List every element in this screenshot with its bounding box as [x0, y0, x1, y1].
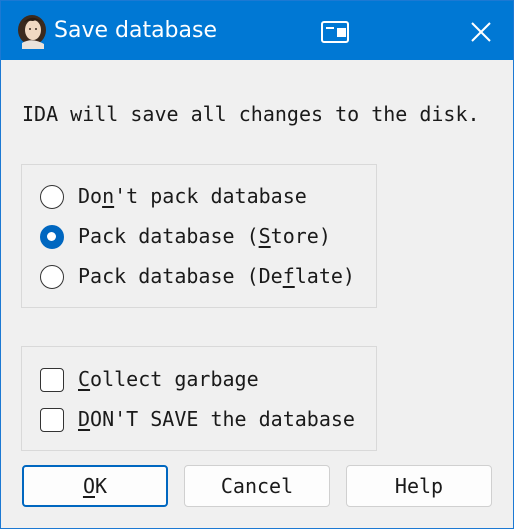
pack-options-group: Don't pack database Pack database (Store…	[21, 164, 377, 308]
save-database-dialog: Save database IDA will save all changes …	[0, 0, 514, 529]
pin-window-icon[interactable]	[319, 19, 353, 45]
ida-portrait-icon	[18, 15, 46, 49]
checkbox[interactable]	[40, 368, 64, 392]
checkbox-label: Collect garbage	[78, 367, 259, 391]
radio-button-selected[interactable]	[40, 225, 64, 249]
message-text: IDA will save all changes to the disk.	[22, 102, 480, 126]
extra-options-group: Collect garbage DON'T SAVE the database	[21, 346, 377, 451]
title-bar[interactable]: Save database	[1, 1, 513, 60]
radio-button[interactable]	[40, 185, 64, 209]
radio-button[interactable]	[40, 265, 64, 289]
help-button[interactable]: Help	[346, 465, 492, 507]
radio-label: Pack database (Deflate)	[78, 264, 355, 288]
close-icon[interactable]	[461, 15, 501, 49]
cancel-button[interactable]: Cancel	[184, 465, 330, 507]
checkbox[interactable]	[40, 408, 64, 432]
window-title: Save database	[54, 18, 217, 43]
dialog-body: IDA will save all changes to the disk. D…	[1, 60, 513, 528]
ok-button[interactable]: OK	[22, 465, 168, 507]
radio-label: Don't pack database	[78, 184, 307, 208]
checkbox-label: DON'T SAVE the database	[78, 407, 355, 431]
radio-label: Pack database (Store)	[78, 224, 331, 248]
